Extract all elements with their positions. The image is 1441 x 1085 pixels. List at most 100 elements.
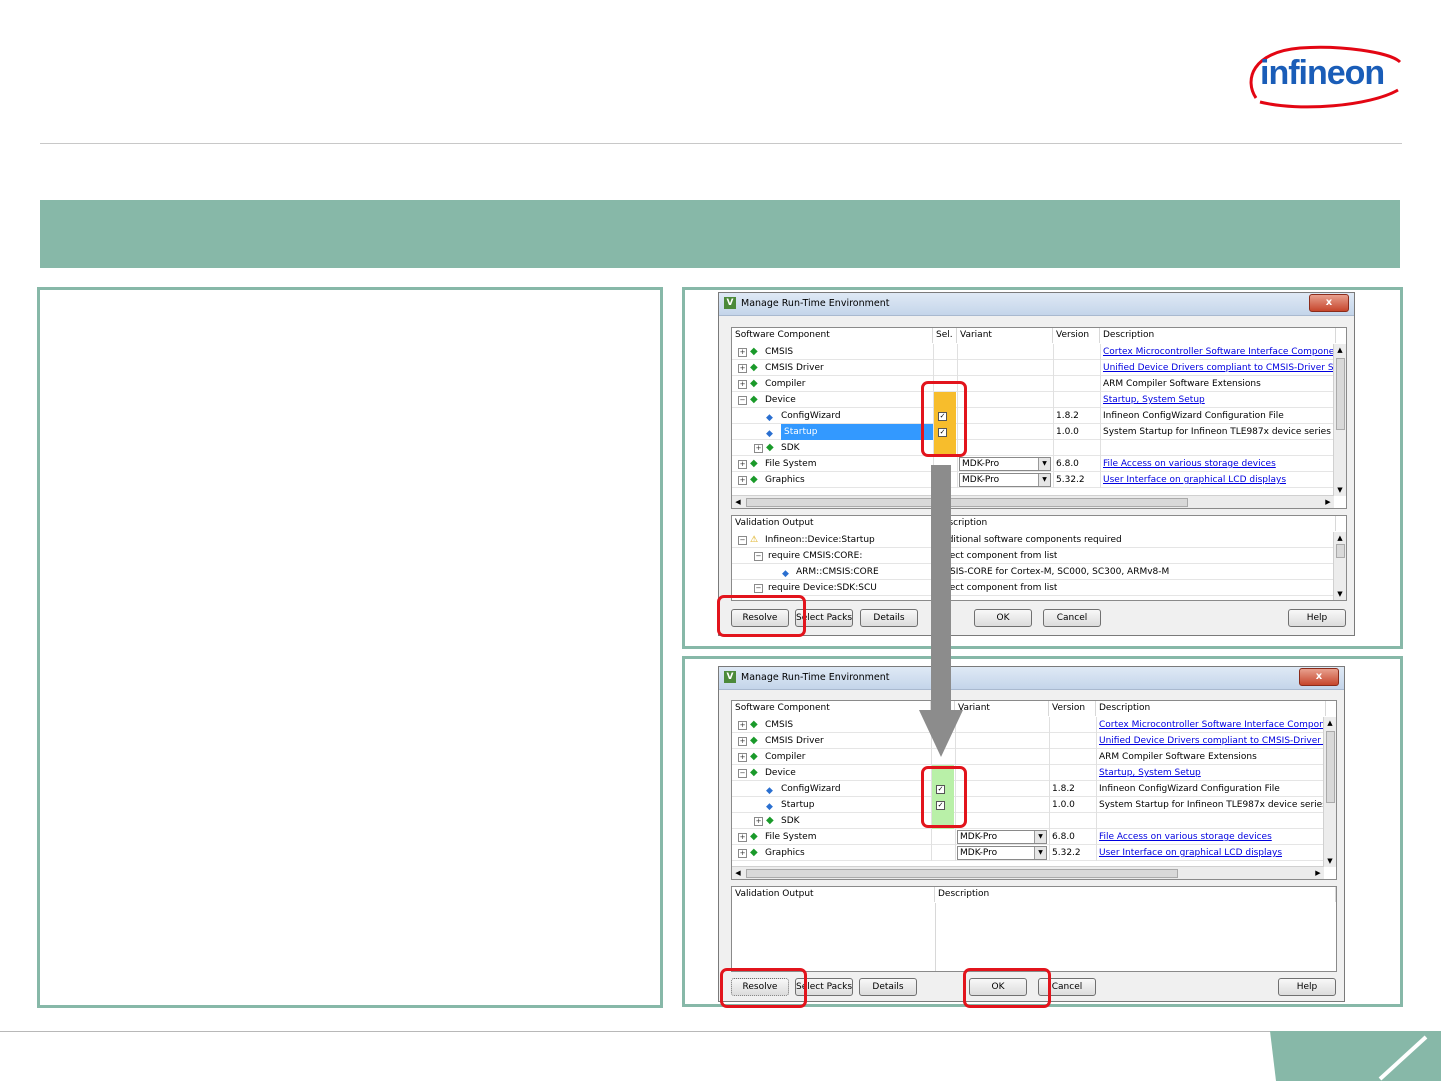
expand-toggle-icon[interactable]: +: [738, 753, 747, 762]
component-name: Compiler: [765, 379, 806, 389]
variant-dropdown[interactable]: MDK-Pro ▼: [959, 473, 1051, 487]
description-link[interactable]: File Access on various storage devices: [1099, 829, 1325, 845]
table-row[interactable]: + ◆ CMSIS Cortex Microcontroller Software I…: [732, 344, 1336, 360]
component-class-icon: ◆: [750, 847, 758, 858]
table-row[interactable]: + ◆ Graphics MDK-Pro ▼ 5.32.2 User Interface o…: [732, 845, 1326, 861]
validation-row[interactable]: − require Device:SDK:SCU Select component …: [732, 580, 1336, 596]
description-text: Infineon ConfigWizard Configuration File: [1099, 784, 1280, 794]
expand-toggle-icon[interactable]: +: [754, 817, 763, 826]
col-header-variant[interactable]: Variant: [957, 328, 1053, 343]
variant-dropdown[interactable]: MDK-Pro ▼: [957, 846, 1047, 860]
expand-toggle-icon[interactable]: −: [754, 584, 763, 593]
expand-toggle-icon[interactable]: −: [738, 536, 747, 545]
table-row[interactable]: + ◆ CMSIS Driver Unified Device Drivers com…: [732, 733, 1326, 749]
table-row[interactable]: + ◆ File System MDK-Pro ▼ 6.8.0 File Access on…: [732, 456, 1336, 472]
col-header-component[interactable]: Software Component: [732, 701, 931, 716]
description-link[interactable]: Cortex Microcontroller Software Interfac…: [1103, 344, 1335, 360]
col-header-version[interactable]: Version: [1049, 701, 1096, 716]
horizontal-scrollbar[interactable]: ◀ ▶: [732, 866, 1324, 879]
col-header-validation-description[interactable]: Description: [933, 516, 1336, 531]
description-link[interactable]: Startup, System Setup: [1103, 392, 1335, 408]
table-row[interactable]: ◆ Startup ✓ 1.0.0 System Startup for Infineo…: [732, 424, 1336, 440]
variant-dropdown[interactable]: MDK-Pro ▼: [957, 830, 1047, 844]
description-link[interactable]: Startup, System Setup: [1099, 765, 1325, 781]
description-text: System Startup for Infineon TLE987x devi…: [1099, 800, 1325, 810]
dialog-titlebar[interactable]: V Manage Run-Time Environment x: [719, 293, 1354, 316]
expand-toggle-icon[interactable]: +: [754, 444, 763, 453]
validation-scrollbar[interactable]: ▲ ▼: [1333, 532, 1346, 600]
vertical-scrollbar[interactable]: ▲ ▼: [1323, 717, 1336, 867]
column-divider: [1049, 781, 1050, 797]
help-button[interactable]: Help: [1278, 978, 1336, 996]
table-row[interactable]: − ◆ Device Startup, System Setup: [732, 392, 1336, 408]
col-header-variant[interactable]: Variant: [955, 701, 1049, 716]
expand-toggle-icon[interactable]: +: [738, 721, 747, 730]
vertical-scrollbar[interactable]: ▲ ▼: [1333, 344, 1346, 496]
table-row[interactable]: + ◆ Graphics MDK-Pro ▼ 5.32.2 User Interface o…: [732, 472, 1336, 488]
app-icon: V: [724, 671, 736, 683]
col-header-description[interactable]: Description: [1100, 328, 1336, 343]
table-row[interactable]: − ◆ Device Startup, System Setup: [732, 765, 1326, 781]
details-button[interactable]: Details: [859, 978, 917, 996]
table-row[interactable]: + ◆ Compiler ARM Compiler Software Extensio…: [732, 749, 1326, 765]
col-header-component[interactable]: Software Component: [732, 328, 933, 343]
expand-toggle-icon[interactable]: +: [738, 348, 747, 357]
expand-toggle-icon[interactable]: −: [754, 552, 763, 561]
component-name: CMSIS Driver: [765, 363, 824, 373]
expand-toggle-icon[interactable]: +: [738, 476, 747, 485]
col-header-validation-description[interactable]: Description: [935, 887, 1336, 902]
validation-row[interactable]: − ⚠ Infineon::Device:Startup Additional sof…: [732, 532, 1336, 548]
description-link[interactable]: Unified Device Drivers compliant to CMSI…: [1099, 733, 1325, 749]
col-header-validation-output[interactable]: Validation Output: [732, 887, 935, 902]
table-row[interactable]: + ◆ CMSIS Driver Unified Device Drivers com…: [732, 360, 1336, 376]
validation-output-table: Validation Output Description: [731, 886, 1337, 972]
table-row[interactable]: ◆ ConfigWizard ✓ 1.8.2 Infineon ConfigWizard…: [732, 781, 1326, 797]
expand-toggle-icon[interactable]: +: [738, 460, 747, 469]
description-link[interactable]: File Access on various storage devices: [1103, 456, 1335, 472]
validation-row[interactable]: − require CMSIS:CORE: Select component fro…: [732, 548, 1336, 564]
horizontal-scrollbar[interactable]: ◀ ▶: [732, 495, 1334, 508]
column-divider: [1100, 392, 1101, 408]
column-divider: [1049, 749, 1050, 765]
description-link[interactable]: User Interface on graphical LCD displays: [1099, 845, 1325, 861]
details-button[interactable]: Details: [860, 609, 918, 627]
col-header-version[interactable]: Version: [1053, 328, 1100, 343]
column-divider: [1053, 440, 1054, 456]
table-row[interactable]: + ◆ File System MDK-Pro ▼ 6.8.0 File Access on…: [732, 829, 1326, 845]
expand-toggle-icon[interactable]: +: [738, 364, 747, 373]
table-row[interactable]: + ◆ SDK: [732, 440, 1336, 456]
table-row[interactable]: ◆ Startup ✓ 1.0.0 System Startup for Infineo…: [732, 797, 1326, 813]
column-divider: [933, 344, 934, 360]
dialog-titlebar[interactable]: V Manage Run-Time Environment x: [719, 667, 1344, 690]
col-header-sel[interactable]: Sel.: [933, 328, 957, 343]
col-header-description[interactable]: Description: [1096, 701, 1326, 716]
expand-toggle-icon[interactable]: +: [738, 849, 747, 858]
component-table: Software Component Sel. Variant Version …: [731, 327, 1347, 509]
validation-row[interactable]: ◆ ARM::CMSIS:CORE CMSIS-CORE for Cortex-M,…: [732, 564, 1336, 580]
description-text: ARM Compiler Software Extensions: [1103, 379, 1261, 389]
expand-toggle-icon[interactable]: +: [738, 737, 747, 746]
help-button[interactable]: Help: [1288, 609, 1346, 627]
table-row[interactable]: + ◆ Compiler ARM Compiler Software Extensio…: [732, 376, 1336, 392]
variant-value: MDK-Pro: [960, 848, 998, 858]
column-divider: [1053, 472, 1054, 488]
column-divider: [1049, 813, 1050, 829]
description-link[interactable]: Unified Device Drivers compliant to CMSI…: [1103, 360, 1335, 376]
expand-toggle-icon[interactable]: −: [738, 396, 747, 405]
expand-toggle-icon[interactable]: +: [738, 833, 747, 842]
col-header-validation-output[interactable]: Validation Output: [732, 516, 933, 531]
table-row[interactable]: ◆ ConfigWizard ✓ 1.8.2 Infineon ConfigWizard…: [732, 408, 1336, 424]
version-value: 1.8.2: [1052, 784, 1075, 794]
description-text: Infineon ConfigWizard Configuration File: [1103, 411, 1284, 421]
expand-toggle-icon[interactable]: −: [738, 769, 747, 778]
table-row[interactable]: + ◆ SDK: [732, 813, 1326, 829]
expand-toggle-icon[interactable]: +: [738, 380, 747, 389]
close-button[interactable]: x: [1309, 294, 1349, 312]
variant-dropdown[interactable]: MDK-Pro ▼: [959, 457, 1051, 471]
cancel-button[interactable]: Cancel: [1043, 609, 1101, 627]
close-button[interactable]: x: [1299, 668, 1339, 686]
table-row[interactable]: + ◆ CMSIS Cortex Microcontroller Software I…: [732, 717, 1326, 733]
description-link[interactable]: Cortex Microcontroller Software Interfac…: [1099, 717, 1325, 733]
ok-button[interactable]: OK: [974, 609, 1032, 627]
description-link[interactable]: User Interface on graphical LCD displays: [1103, 472, 1335, 488]
